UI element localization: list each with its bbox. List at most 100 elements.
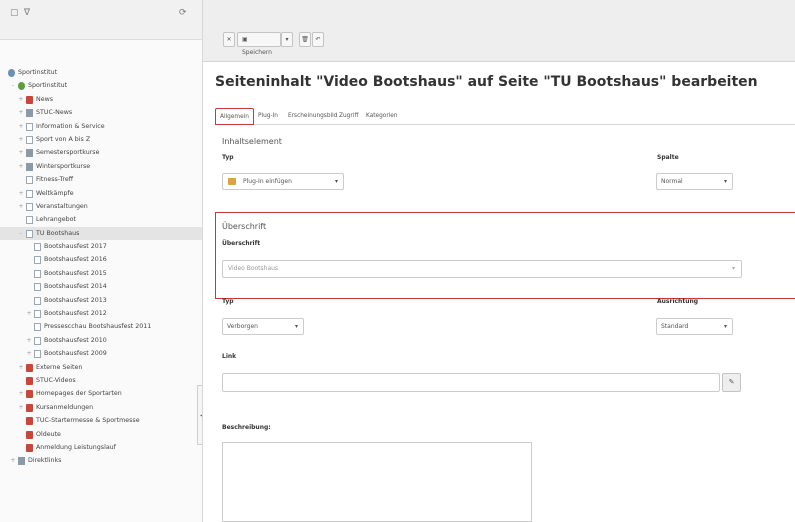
tree-item[interactable]: + Homepages der Sportarten [0,387,202,400]
expand-icon[interactable]: + [26,334,32,347]
expand-icon[interactable]: + [18,387,24,400]
save-options-dropdown[interactable]: ▾ [281,32,293,47]
tree-item[interactable]: + Bootshausfest 2012 [0,307,202,320]
tree-item[interactable]: + Weltkämpfe [0,187,202,200]
page-icon [26,135,33,144]
type-select[interactable]: Plug-In einfügen ▾ [222,173,344,190]
tree-item[interactable]: + Bootshausfest 2010 [0,334,202,347]
tree-root[interactable]: Sportinstitut [0,66,202,79]
expand-icon[interactable]: + [26,347,32,360]
page-icon [34,256,41,265]
expand-icon[interactable]: + [18,93,24,106]
collapse-icon[interactable]: - [18,227,24,240]
close-button[interactable]: ✕ [223,32,235,47]
tree-item-label: Bootshausfest 2015 [44,269,107,277]
refresh-icon[interactable]: ⟳ [179,8,187,18]
type-label: Typ [222,154,234,161]
tree-item[interactable]: Bootshausfest 2016 [0,253,202,266]
collapse-icon[interactable]: - [10,79,16,92]
link-input[interactable] [222,373,720,392]
align-select[interactable]: Standard ▾ [656,318,733,335]
page-tree: Sportinstitut - Sportinstitut + News + STUC-Ne… [0,66,202,468]
delete-icon[interactable]: 🗑 [299,32,311,47]
tree-item[interactable]: + Sport von A bis Z [0,133,202,146]
column-select[interactable]: Normal ▾ [656,173,733,190]
folder-icon [18,457,25,466]
tree-item-label: Bootshausfest 2017 [44,243,107,251]
header-field-label: Überschrift [222,240,261,247]
expand-icon[interactable]: + [18,146,24,159]
tree-item[interactable]: + Kursanmeldungen [0,401,202,414]
tree-item[interactable]: Bootshausfest 2013 [0,294,202,307]
header-type-label: Typ [222,298,234,305]
tree-item[interactable]: Fitness-Treff [0,173,202,186]
expand-icon[interactable]: + [18,120,24,133]
tree-item[interactable]: Bootshausfest 2015 [0,267,202,280]
tree-item[interactable]: Bootshausfest 2017 [0,240,202,253]
type-select-value: Plug-In einfügen [243,178,292,185]
tree-item[interactable]: - TU Bootshaus [0,226,202,241]
tree-item-label: STUC-News [36,109,73,117]
expand-icon[interactable]: + [10,454,16,467]
shortcut-page-icon [26,417,33,426]
save-button[interactable]: ▣ Speichern [237,32,281,56]
tree-item[interactable]: TUC-Startermesse & Sportmesse [0,414,202,427]
tree-item[interactable]: + Veranstaltungen [0,200,202,213]
save-label: Speichern [242,49,272,56]
expand-icon[interactable]: + [18,200,24,213]
tree-item[interactable]: Anmeldung Leistungslauf [0,441,202,454]
tree-item[interactable]: + News [0,93,202,106]
tree-item-label: STUC-Videos [36,376,76,384]
tree-item-label: Sportinstitut [28,82,68,90]
expand-icon[interactable]: + [26,307,32,320]
tab-categories[interactable]: Kategorien [366,108,398,125]
header-type-select[interactable]: Verborgen ▾ [222,318,304,335]
expand-icon[interactable]: + [18,160,24,173]
tree-item[interactable]: + Wintersportkurse [0,160,202,173]
tab-plugin[interactable]: Plug-In [258,108,278,125]
filter-icon[interactable]: ∇ [24,8,30,18]
tree-item[interactable]: + Bootshausfest 2009 [0,347,202,360]
tree-item[interactable]: Bootshausfest 2014 [0,280,202,293]
tree-item-label: Oldeute [36,430,61,438]
new-page-icon[interactable]: ▢ [10,8,19,18]
expand-icon[interactable]: + [18,401,24,414]
tree-item-label: Bootshausfest 2010 [44,336,107,344]
expand-icon[interactable]: + [18,133,24,146]
undo-icon[interactable]: ↶ [312,32,324,47]
tree-item[interactable]: + Direktlinks [0,454,202,467]
description-textarea[interactable] [222,442,532,522]
tree-item[interactable]: Oldeute [0,428,202,441]
folder-icon [26,162,33,171]
tree-item[interactable]: + STUC-News [0,106,202,119]
link-browser-button[interactable]: ✎ [722,373,741,392]
tree-item[interactable]: Lehrangebot [0,213,202,226]
link-label: Link [222,353,237,360]
page-tree-panel: ▢ ∇ ⟳ Sportinstitut - Sportinstitut + News + S… [0,0,203,522]
tree-item-label: Veranstaltungen [36,202,88,210]
tab-general[interactable]: Allgemein [215,108,254,125]
tab-appearance[interactable]: Erscheinungsbild [288,108,337,125]
page-icon [26,122,33,131]
tree-item-label: Fitness-Treff [36,176,74,184]
expand-icon[interactable]: + [18,361,24,374]
page-title: Seiteninhalt "Video Bootshaus" auf Seite… [215,74,758,90]
tree-item-label: TUC-Startermesse & Sportmesse [36,417,140,425]
tree-item-label: Wintersportkurse [36,162,91,170]
page-icon [26,189,33,198]
tree-item[interactable]: STUC-Videos [0,374,202,387]
tree-item[interactable]: - Sportinstitut [0,79,202,92]
page-icon [26,229,33,238]
tree-item[interactable]: + Semestersportkurse [0,146,202,159]
chevron-down-icon: ▾ [731,265,735,272]
tree-item[interactable]: + Information & Service [0,120,202,133]
tab-access[interactable]: Zugriff [339,108,358,125]
tree-item[interactable]: + Externe Seiten [0,361,202,374]
expand-icon[interactable]: + [18,106,24,119]
expand-icon[interactable]: + [18,187,24,200]
page-icon [34,350,41,359]
header-input[interactable]: Video Bootshaus ▾ [222,260,742,278]
page-icon [34,283,41,292]
tree-item[interactable]: Pressescchau Bootshausfest 2011 [0,320,202,333]
shortcut-page-icon [26,443,33,452]
